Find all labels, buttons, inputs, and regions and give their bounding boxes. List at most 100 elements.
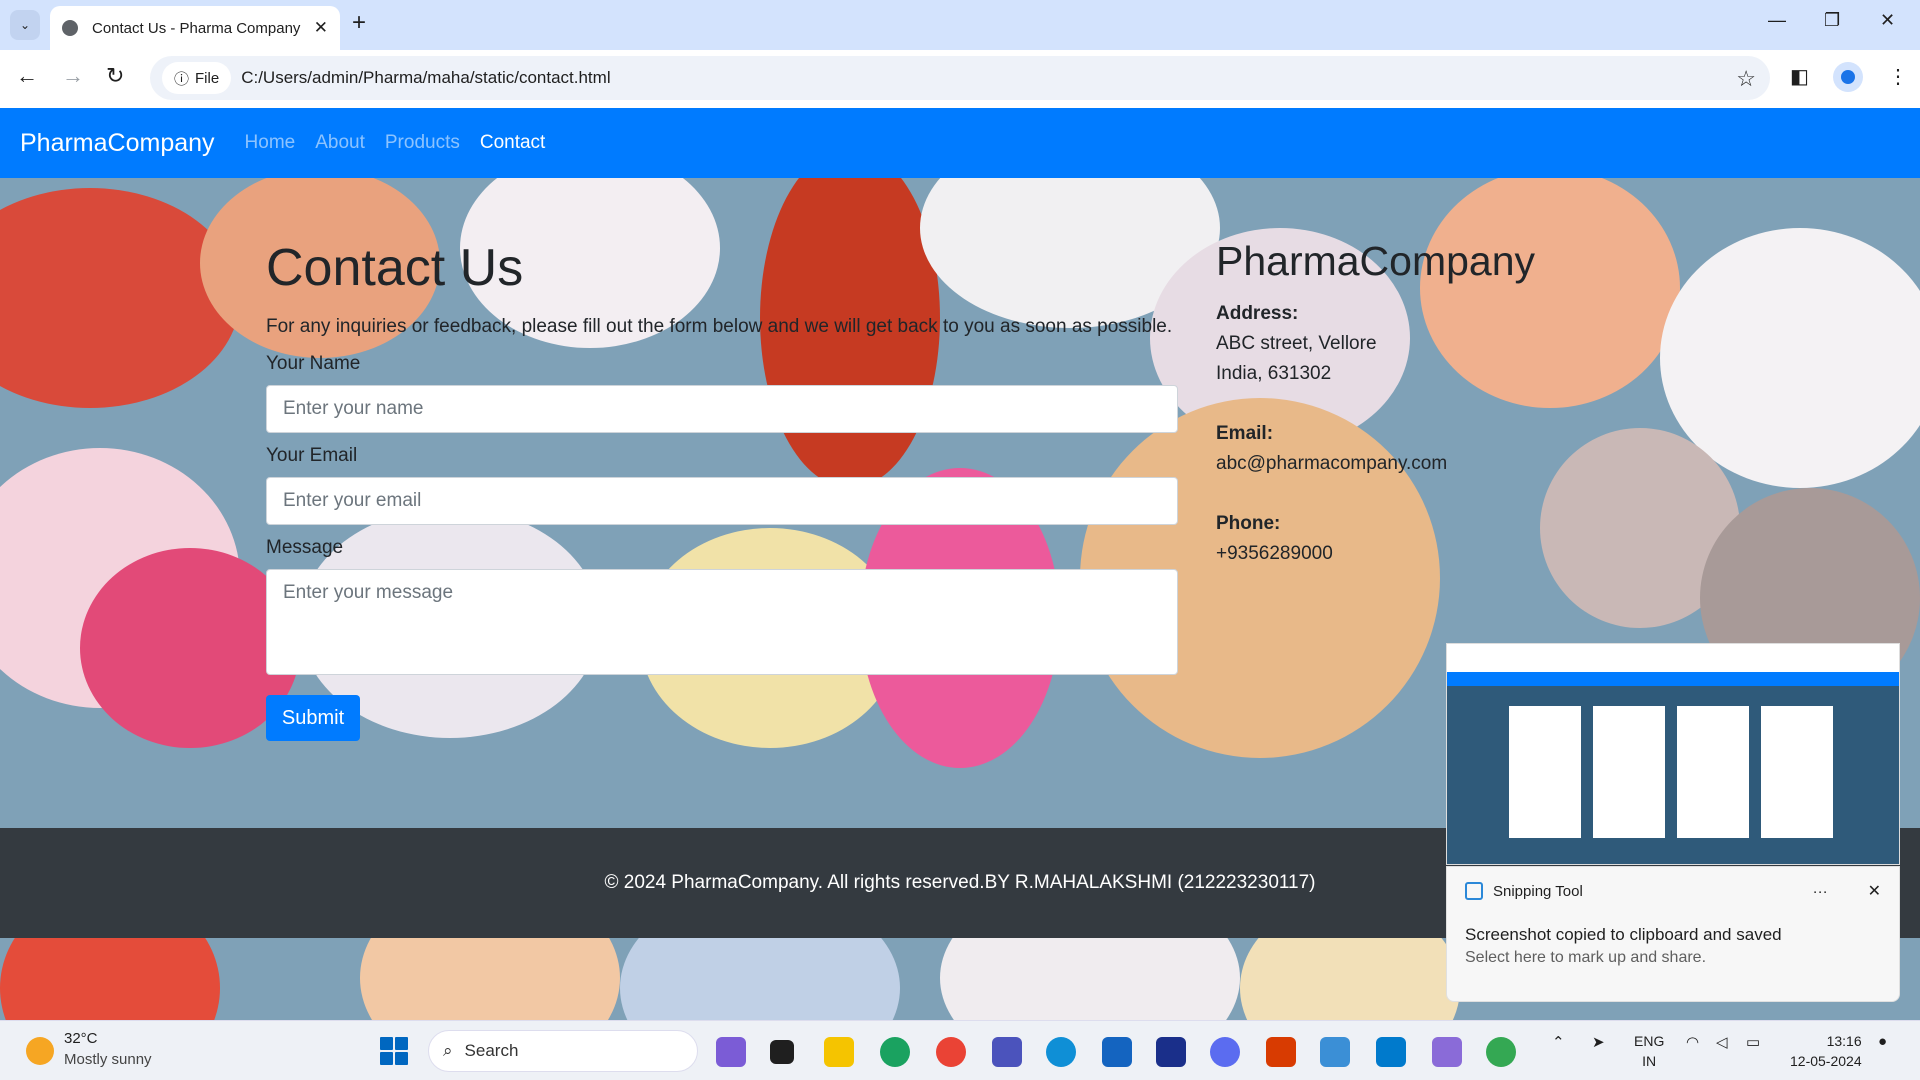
page-title: Contact Us [266,239,524,297]
phone-label: Phone: [1216,513,1281,534]
time: 13:16 [1826,1033,1862,1049]
language-indicator[interactable]: ENG IN [1634,1031,1664,1071]
app-icon[interactable] [880,1037,910,1067]
start-button[interactable] [380,1037,408,1065]
address-line-1: ABC street, Vellore [1216,333,1377,354]
nav-link-contact[interactable]: Contact [480,132,545,154]
more-options-icon[interactable]: ··· [1813,883,1828,900]
site-info-label: File [195,69,220,87]
notification-message: Screenshot copied to clipboard and saved [1465,925,1782,944]
person-icon [1841,70,1855,84]
address-bar[interactable]: ⓘ File C:/Users/admin/Pharma/maha/static… [150,56,1770,100]
wps-icon[interactable] [1266,1037,1296,1067]
thumbnail-card [1509,706,1581,838]
message-textarea[interactable]: Enter your message [266,569,1178,675]
wifi-icon[interactable]: ◠ [1686,1033,1699,1051]
forward-arrow-icon[interactable]: → [62,63,84,89]
teams-icon[interactable] [992,1037,1022,1067]
weather-sun-icon[interactable] [26,1037,54,1065]
nav-link-products[interactable]: Products [385,132,460,154]
site-info-chip[interactable]: ⓘ File [162,62,232,94]
url-text: C:/Users/admin/Pharma/maha/static/contac… [241,68,611,87]
close-tab-icon[interactable]: ✕ [314,18,328,38]
name-input[interactable]: Enter your name [266,385,1178,433]
info-icon: ⓘ [174,70,190,88]
profile-avatar[interactable] [1833,62,1863,92]
close-icon[interactable]: ✕ [1868,881,1881,901]
taskbar-search[interactable]: ⌕ Search [428,1030,698,1072]
globe-icon [62,20,78,36]
email-value: abc@pharmacompany.com [1216,453,1448,474]
notepad-icon[interactable] [1320,1037,1350,1067]
kebab-menu-icon[interactable]: ⋮ [1888,64,1908,89]
photos-icon[interactable] [1432,1037,1462,1067]
thumbnail-card [1593,706,1665,838]
site-navbar: PharmaCompany Home About Products Contac… [0,108,1920,178]
app-icon[interactable] [1210,1037,1240,1067]
search-icon: ⌕ [443,1041,453,1060]
edge-icon[interactable] [1046,1037,1076,1067]
company-info: PharmaCompany Address: ABC street, Vello… [1216,238,1556,569]
company-name: PharmaCompany [1216,238,1536,284]
chrome-profile-icon[interactable] [936,1037,966,1067]
contact-intro: For any inquiries or feedback, please fi… [266,316,1173,337]
clock[interactable]: 13:16 12-05-2024 [1790,1031,1862,1071]
email-label: Your Email [266,445,358,466]
notification-app-name: Snipping Tool [1493,882,1583,900]
task-view-icon[interactable] [770,1040,794,1064]
email-info-label: Email: [1216,423,1274,444]
chrome-icon[interactable] [1486,1037,1516,1067]
nav-link-about[interactable]: About [315,132,365,154]
snipping-tool-notification[interactable]: Snipping Tool ··· ✕ Screenshot copied to… [1446,866,1900,1002]
language-code: ENG [1634,1033,1665,1049]
message-label: Message [266,537,344,558]
location-icon[interactable]: ➤ [1592,1033,1605,1051]
thumbnail-browser-bar [1447,644,1899,672]
notification-subtext: Select here to mark up and share. [1465,949,1707,966]
copilot-icon[interactable] [716,1037,746,1067]
minimize-icon[interactable]: — [1768,10,1786,31]
reload-icon[interactable]: ↻ [106,63,124,89]
weather-temperature[interactable]: 32°C [64,1030,98,1047]
email-input[interactable]: Enter your email [266,477,1178,525]
browser-toolbar: ← → ↻ ⓘ File C:/Users/admin/Pharma/maha/… [0,50,1920,108]
search-label: Search [464,1041,519,1060]
date: 12-05-2024 [1790,1053,1862,1069]
new-tab-button[interactable]: + [352,9,366,37]
phone-value: +9356289000 [1216,543,1333,564]
chevron-down-icon: ⌄ [19,18,31,32]
submit-button[interactable]: Submit [266,695,360,741]
tab-search-button[interactable]: ⌄ [10,10,40,40]
browser-tab-strip: ⌄ Contact Us - Pharma Company ✕ + — ❐ ✕ [0,0,1920,50]
contact-form-section: Contact Us For any inquiries or feedback… [266,238,1178,741]
navbar-brand[interactable]: PharmaCompany [20,129,215,158]
side-panel-icon[interactable]: ◧ [1790,64,1809,89]
thumbnail-card [1761,706,1833,838]
notification-bell-icon[interactable]: ● [1878,1033,1887,1050]
vscode-icon[interactable] [1376,1037,1406,1067]
screenshot-thumbnail[interactable] [1446,643,1900,865]
thumbnail-navbar [1447,672,1899,686]
battery-icon[interactable]: ▭ [1746,1033,1760,1051]
tab-title: Contact Us - Pharma Company [92,19,301,37]
bookmark-star-icon[interactable]: ☆ [1736,66,1756,92]
name-label: Your Name [266,353,361,374]
taskbar: 32°C Mostly sunny ⌕ Search ⌃ ➤ ENG IN ◠ … [0,1020,1920,1080]
region-code: IN [1642,1053,1657,1069]
chevron-up-icon[interactable]: ⌃ [1552,1033,1565,1051]
file-explorer-icon[interactable] [824,1037,854,1067]
back-arrow-icon[interactable]: ← [16,63,38,89]
weather-condition[interactable]: Mostly sunny [64,1051,152,1068]
volume-icon[interactable]: ◁ [1716,1033,1728,1051]
nav-link-home[interactable]: Home [245,132,296,154]
footer-copyright: © 2024 PharmaCompany. All rights reserve… [604,872,1316,893]
snipping-tool-icon [1465,882,1483,900]
address-label: Address: [1216,303,1299,324]
store-icon[interactable] [1102,1037,1132,1067]
thumbnail-card [1677,706,1749,838]
address-line-2: India, 631302 [1216,363,1332,384]
browser-tab[interactable]: Contact Us - Pharma Company ✕ [50,6,340,50]
l-app-icon[interactable] [1156,1037,1186,1067]
restore-icon[interactable]: ❐ [1824,10,1840,31]
close-window-icon[interactable]: ✕ [1880,10,1895,31]
